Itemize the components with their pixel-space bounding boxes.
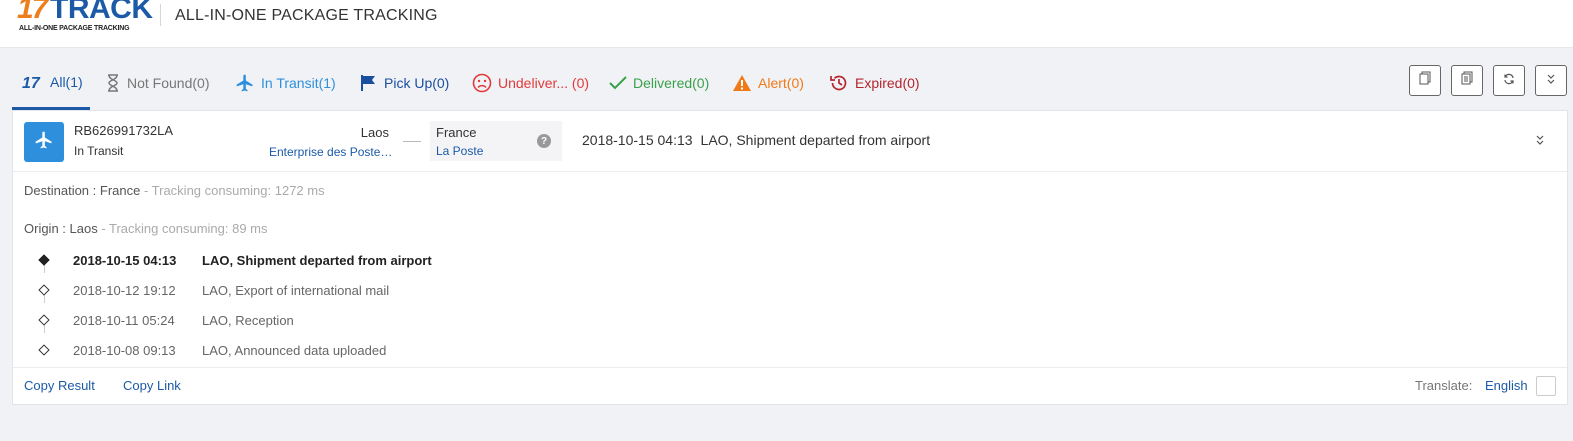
svg-text:17: 17: [22, 75, 41, 90]
origin-consuming: - Tracking consuming: 89 ms: [97, 221, 268, 236]
tab-label: Undeliver... (0): [498, 75, 590, 91]
logo-word: TRACK: [50, 0, 153, 25]
refresh-button[interactable]: [1493, 65, 1525, 96]
copy-result-link[interactable]: Copy Result: [24, 378, 95, 393]
event-desc: LAO, Shipment departed from airport: [202, 253, 432, 268]
tab-all[interactable]: 17 All(1): [12, 56, 90, 110]
tab-label: Pick Up(0): [384, 75, 450, 91]
translate-language[interactable]: English: [1485, 378, 1528, 393]
tab-delivered[interactable]: Delivered(0): [609, 56, 709, 110]
copy-icon: [1419, 71, 1431, 90]
latest-event-desc: LAO, Shipment departed from airport: [700, 132, 931, 148]
package-summary[interactable]: RB626991732LA In Transit Laos Enterprise…: [13, 111, 1567, 172]
event-time: 2018-10-11 05:24: [73, 313, 175, 328]
tab-expired[interactable]: Expired(0): [829, 56, 920, 110]
tracking-number[interactable]: RB626991732LA: [74, 123, 173, 138]
tab-alert[interactable]: Alert(0): [732, 56, 804, 110]
origin-label: Origin : Laos: [24, 221, 98, 236]
tab-label: Alert(0): [758, 75, 804, 91]
destination-label: Destination : France: [24, 183, 141, 198]
collapse-icon: [1546, 72, 1556, 90]
destination-consuming: - Tracking consuming: 1272 ms: [140, 183, 325, 198]
17-logo-icon: 17: [22, 74, 44, 90]
sad-face-icon: [472, 73, 492, 93]
tab-label: Expired(0): [855, 75, 920, 91]
tab-label: Delivered(0): [633, 75, 710, 91]
status-tabs: 17 All(1) Not Found(0) In Transit(1) Pic…: [0, 56, 1573, 110]
app-header: 17 TRACK ALL-IN-ONE PACKAGE TRACKING ALL…: [0, 0, 1573, 48]
diamond-icon: [38, 344, 50, 356]
copy-all-icon: [1461, 71, 1473, 90]
translate-label: Translate:: [1415, 378, 1473, 393]
hourglass-icon: [105, 74, 121, 92]
help-icon[interactable]: ?: [537, 134, 551, 148]
tab-not-found[interactable]: Not Found(0): [105, 56, 209, 110]
diamond-icon: [38, 254, 50, 266]
event-desc: LAO, Export of international mail: [202, 283, 390, 298]
copy-button[interactable]: [1409, 65, 1441, 96]
checkmark-icon: [609, 75, 627, 91]
tab-undelivered[interactable]: Undeliver... (0): [472, 56, 589, 110]
latest-event: 2018-10-15 04:13 LAO, Shipment departed f…: [582, 132, 930, 148]
destination-info: Destination : France - Tracking consumin…: [24, 183, 325, 198]
package-status-icon: [24, 122, 64, 162]
timeline-event: 2018-10-15 04:13 LAO, Shipment departed …: [13, 251, 613, 271]
collapse-button[interactable]: [1535, 65, 1567, 96]
origin-info: Origin : Laos - Tracking consuming: 89 m…: [24, 221, 268, 236]
tracking-card: RB626991732LA In Transit Laos Enterprise…: [12, 110, 1568, 405]
tab-in-transit[interactable]: In Transit(1): [235, 56, 336, 110]
chevron-down-icon[interactable]: [1533, 133, 1547, 147]
route-arrow: [403, 141, 421, 142]
refresh-icon: [1503, 72, 1515, 90]
origin-carrier[interactable]: Enterprise des Poste …: [269, 145, 393, 159]
destination-box: France La Poste ?: [430, 121, 562, 161]
event-time: 2018-10-08 09:13: [73, 343, 176, 358]
logo[interactable]: 17 TRACK ALL-IN-ONE PACKAGE TRACKING: [17, 0, 153, 34]
logo-number: 17: [17, 0, 48, 25]
latest-event-time: 2018-10-15 04:13: [582, 132, 693, 148]
event-desc: LAO, Announced data uploaded: [202, 343, 387, 358]
airplane-icon: [34, 130, 54, 155]
package-status: In Transit: [74, 144, 124, 158]
card-footer: Copy Result Copy Link Translate: English: [13, 367, 1567, 405]
tab-label: In Transit(1): [261, 75, 336, 91]
destination-country: France: [436, 125, 477, 140]
tab-pick-up[interactable]: Pick Up(0): [360, 56, 449, 110]
logo-tagline: ALL-IN-ONE PACKAGE TRACKING: [19, 25, 130, 32]
timeline-event: 2018-10-11 05:24 LAO, Reception: [13, 311, 613, 331]
destination-carrier[interactable]: La Poste: [436, 144, 483, 158]
header-divider: [160, 4, 161, 26]
timeline-event: 2018-10-08 09:13 LAO, Announced data upl…: [13, 341, 613, 361]
diamond-icon: [38, 314, 50, 326]
airplane-icon: [235, 73, 255, 93]
history-icon: [829, 73, 849, 93]
tab-label: All(1): [50, 73, 83, 90]
event-desc: LAO, Reception: [202, 313, 294, 328]
timeline-event: 2018-10-12 19:12 LAO, Export of internat…: [13, 281, 613, 301]
translate-checkbox[interactable]: [1536, 376, 1556, 396]
flag-icon: [360, 74, 378, 92]
event-time: 2018-10-12 19:12: [73, 283, 176, 298]
page-title: ALL-IN-ONE PACKAGE TRACKING: [175, 7, 438, 24]
tab-label: Not Found(0): [127, 75, 210, 91]
origin-country: Laos: [360, 125, 389, 140]
warning-icon: [732, 74, 752, 92]
diamond-icon: [38, 284, 50, 296]
copy-link-link[interactable]: Copy Link: [123, 378, 181, 393]
copy-all-button[interactable]: [1451, 65, 1483, 96]
event-time: 2018-10-15 04:13: [73, 253, 177, 268]
